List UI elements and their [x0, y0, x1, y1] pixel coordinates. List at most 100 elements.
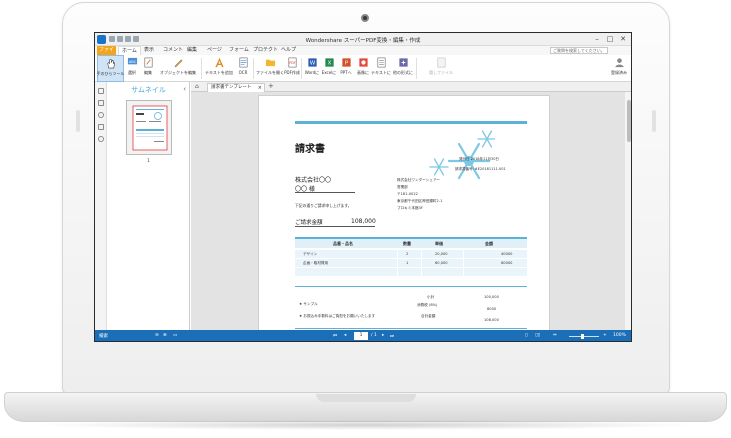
add-text-icon — [214, 57, 224, 68]
ribbon-separator — [416, 58, 417, 79]
zoom-in-small-icon[interactable]: + — [603, 333, 607, 338]
new-tab-button[interactable]: + — [268, 82, 274, 90]
other-format-icon — [398, 58, 408, 67]
open-file-button[interactable]: ファイルを開く — [256, 55, 284, 82]
maximize-button[interactable]: □ — [604, 35, 616, 44]
window-title: Wondershare スーパーPDF変換・編集・作成 — [305, 38, 421, 44]
column-divider — [463, 250, 464, 258]
account-button[interactable]: 登録済み — [609, 55, 629, 82]
ocr-button[interactable]: OCR — [236, 55, 250, 82]
svg-text:X: X — [327, 61, 331, 67]
column-divider — [421, 268, 422, 276]
invoice-title: 請求書 — [295, 144, 325, 155]
text-icon — [377, 57, 385, 68]
cell-amount: 60000 — [501, 260, 513, 265]
svg-text:PDF: PDF — [289, 61, 295, 65]
pdf-create-icon: PDF — [288, 57, 296, 68]
search-panel-icon[interactable] — [98, 136, 104, 142]
svg-text:W: W — [309, 61, 315, 67]
lid-notch-left — [76, 110, 80, 132]
ribbon-separator — [201, 58, 202, 79]
bookmark-icon[interactable] — [98, 100, 104, 106]
two-page-view-icon[interactable]: ▯▯ — [535, 333, 540, 338]
select-button[interactable]: ABC 選択 — [125, 55, 139, 82]
close-button[interactable]: ✕ — [617, 35, 629, 44]
column-divider — [463, 259, 464, 267]
status-search-label[interactable]: 検索 — [99, 333, 108, 339]
cell-item: デザイン — [303, 251, 318, 256]
to-other-format-button[interactable]: 他の形式に — [392, 55, 414, 82]
app-screen: Wondershare スーパーPDF変換・編集・作成 – □ ✕ ファイル ホ… — [94, 32, 632, 342]
pdf-create-button[interactable]: PDF PDF作成 — [284, 55, 300, 82]
table-row — [295, 268, 527, 276]
invoice-date: 発行日 2018年11月30日 — [459, 157, 499, 161]
first-page-icon[interactable]: ⏮ — [333, 333, 337, 339]
column-divider — [421, 259, 422, 267]
page-number-input[interactable]: 1 — [354, 332, 368, 340]
excel-icon: X — [324, 58, 334, 67]
thumbnail-page-number: 1 — [147, 158, 150, 163]
home-tab[interactable]: ⌂ — [195, 83, 205, 91]
next-page-icon[interactable]: ▸ — [382, 333, 384, 338]
table-row: デザイン 2 20,000 40000 — [295, 250, 527, 258]
menu-tab-protect[interactable]: プロテクト — [253, 46, 278, 55]
close-tab-icon[interactable]: × — [258, 84, 262, 92]
thumbnail-preview — [132, 105, 168, 151]
help-search-input[interactable]: ご質問を検索してください。 — [550, 47, 608, 54]
thumbnail-panel-icon[interactable] — [98, 88, 104, 94]
edit-object-button[interactable]: オブジェクトを編集 — [158, 55, 198, 82]
ocr-icon — [239, 57, 247, 68]
hidden-file-button[interactable]: 隠しファイル — [425, 55, 457, 82]
edit-button[interactable]: 編集 — [141, 55, 155, 82]
menu-tab-view[interactable]: 表示 — [144, 46, 154, 55]
to-text-button[interactable]: テキストに — [371, 55, 391, 82]
menu-tab-home[interactable]: ホーム — [118, 46, 141, 55]
column-divider — [463, 268, 464, 276]
collapse-panel-button[interactable]: ‹ — [183, 85, 186, 93]
menu-tab-help[interactable]: ヘルプ — [281, 46, 296, 55]
tax-label: 消費税 (8%) — [417, 303, 438, 307]
to-excel-button[interactable]: X Excelに — [321, 55, 337, 82]
note-transfer-fee: ★ お振込み手数料はご負担をお願いいたします — [299, 314, 376, 318]
vertical-scrollbar[interactable] — [625, 92, 631, 330]
menu-tab-page[interactable]: ページ — [207, 46, 222, 55]
zoom-in-icon[interactable]: ⊕ — [163, 333, 167, 338]
pdf-page[interactable]: 請求書 発行日 2018年11月30日 請求書番号: #E20181111-00… — [258, 95, 550, 341]
zoom-level[interactable]: 100% — [613, 333, 626, 338]
seller-department: 営業部 — [397, 185, 408, 189]
laptop-shadow — [30, 420, 701, 430]
hand-tool-button[interactable]: 手のひらツール — [97, 55, 125, 82]
menu-file[interactable]: ファイル — [97, 46, 116, 62]
invoice-intro: 下記の通りご請求申し上げます。 — [295, 203, 352, 208]
title-bar: Wondershare スーパーPDF変換・編集・作成 – □ ✕ — [95, 33, 631, 46]
last-page-icon[interactable]: ⏭ — [390, 333, 394, 339]
minimize-button[interactable]: – — [591, 35, 603, 44]
to-ppt-button[interactable]: P PPTへ — [338, 55, 354, 82]
column-header-item: 品番・品名 — [333, 241, 353, 246]
tab-label: 請求書テンプレート — [211, 85, 252, 90]
column-divider — [397, 250, 398, 258]
single-page-view-icon[interactable]: ▯ — [525, 333, 527, 338]
tab-invoice-template[interactable]: 請求書テンプレート × — [207, 83, 265, 92]
view-mode-icon[interactable]: ▭ — [173, 333, 177, 338]
menu-tab-form[interactable]: フォーム — [229, 46, 249, 55]
menu-tab-comment[interactable]: コメント — [163, 46, 183, 55]
previous-page-icon[interactable]: ◂ — [344, 333, 346, 338]
subtotal-value: 100,000 — [484, 295, 499, 299]
comment-icon[interactable] — [98, 112, 104, 118]
to-image-button[interactable]: 画像に — [355, 55, 371, 82]
column-divider — [397, 259, 398, 267]
fit-width-icon[interactable]: ⇔ — [553, 333, 557, 338]
add-text-button[interactable]: テキストを追加 — [205, 55, 233, 82]
to-word-button[interactable]: W Wordに — [304, 55, 320, 82]
object-edit-icon — [174, 59, 182, 68]
zoom-slider-handle[interactable] — [581, 334, 584, 339]
left-tool-strip — [95, 82, 107, 330]
attachment-icon[interactable] — [98, 124, 104, 130]
zoom-slider[interactable] — [569, 336, 599, 337]
note-sample: ★ サンプル — [299, 302, 318, 306]
menu-tab-edit[interactable]: 編集 — [187, 46, 197, 55]
page-thumbnail[interactable] — [126, 100, 172, 155]
scrollbar-thumb[interactable] — [627, 100, 631, 142]
zoom-out-icon[interactable]: ⊖ — [155, 333, 159, 338]
